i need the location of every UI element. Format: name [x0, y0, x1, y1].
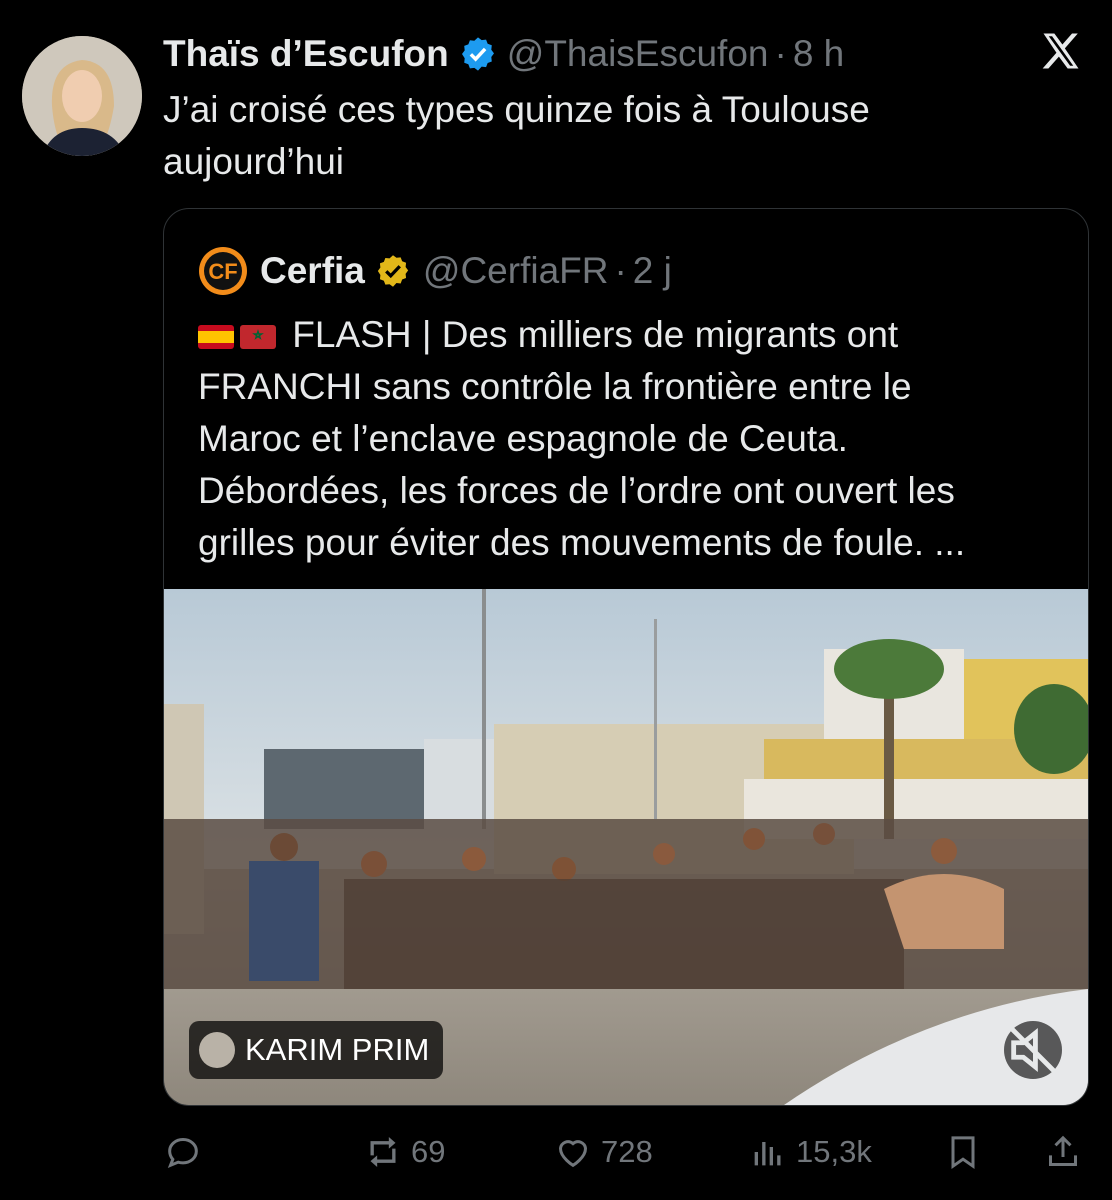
reply-button[interactable] [163, 1128, 211, 1176]
x-logo-icon[interactable] [1040, 30, 1082, 72]
quoted-text-line: FRANCHI sans contrôle la frontière entre… [198, 366, 912, 407]
tweet-text-line: J’ai croisé ces types quinze fois à Toul… [163, 89, 870, 130]
mute-button[interactable] [1004, 1021, 1062, 1079]
quoted-video[interactable]: KARIM PRIM [164, 589, 1088, 1105]
credit-avatar [199, 1032, 235, 1068]
views-chart-icon [754, 1142, 781, 1166]
tweet-actions: 69 728 15,3k [163, 1128, 1087, 1176]
quoted-tweet-text: FLASH | Des milliers de migrants ont FRA… [198, 309, 1078, 569]
quoted-text-line: Maroc et l’enclave espagnole de Ceuta. [198, 418, 848, 459]
retweet-count: 69 [411, 1134, 446, 1169]
media-credit-name: KARIM PRIM [245, 1032, 430, 1067]
retweet-icon [370, 1137, 396, 1167]
quoted-tweet-header: CF Cerfia @CerfiaFR · 2 j [198, 246, 672, 296]
tweet-text: J’ai croisé ces types quinze fois à Toul… [163, 84, 1063, 188]
quoted-text-line: FLASH | Des milliers de migrants ont [198, 309, 1078, 361]
cerfia-logo-icon[interactable]: CF [198, 246, 248, 296]
flag-morocco-icon [240, 325, 276, 350]
media-credit-tag[interactable]: KARIM PRIM [189, 1021, 444, 1079]
verified-org-badge-icon [377, 255, 409, 287]
heart-icon [558, 1140, 588, 1168]
views-count: 15,3k [796, 1134, 872, 1169]
author-handle[interactable]: @ThaisEscufon [507, 33, 769, 75]
quoted-author-handle[interactable]: @CerfiaFR [423, 250, 609, 292]
tweet-header: Thaïs d’Escufon @ThaisEscufon · 8 h [163, 30, 844, 78]
header-separator: · [774, 33, 787, 74]
share-icon [1049, 1135, 1077, 1166]
bookmark-button[interactable] [943, 1128, 991, 1176]
bookmark-icon [951, 1136, 975, 1170]
author-avatar[interactable] [22, 36, 142, 156]
tweet-timestamp[interactable]: 8 h [793, 33, 844, 75]
author-name[interactable]: Thaïs d’Escufon [163, 33, 449, 75]
verified-badge-icon [461, 37, 494, 71]
share-button[interactable] [1043, 1128, 1091, 1176]
quoted-author-name[interactable]: Cerfia [260, 250, 365, 292]
views-button[interactable]: 15,3k [748, 1128, 872, 1176]
quoted-tweet-card[interactable]: CF Cerfia @CerfiaFR · 2 j FLASH | Des mi… [163, 208, 1089, 1106]
quoted-text-line: grilles pour éviter des mouvements de fo… [198, 522, 966, 563]
speaker-muted-icon [1009, 1026, 1057, 1074]
svg-text:CF: CF [208, 259, 237, 284]
like-count: 728 [601, 1134, 653, 1169]
quoted-text-line: Débordées, les forces de l’ordre ont ouv… [198, 470, 955, 511]
quoted-separator: · [614, 250, 627, 291]
like-button[interactable]: 728 [553, 1128, 653, 1176]
quoted-text-line-0: FLASH | Des milliers de migrants ont [292, 314, 899, 355]
tweet-text-line: aujourd’hui [163, 141, 345, 182]
retweet-button[interactable]: 69 [363, 1128, 445, 1176]
quoted-timestamp[interactable]: 2 j [633, 250, 672, 292]
reply-icon [167, 1137, 198, 1169]
flag-spain-icon [198, 325, 234, 350]
